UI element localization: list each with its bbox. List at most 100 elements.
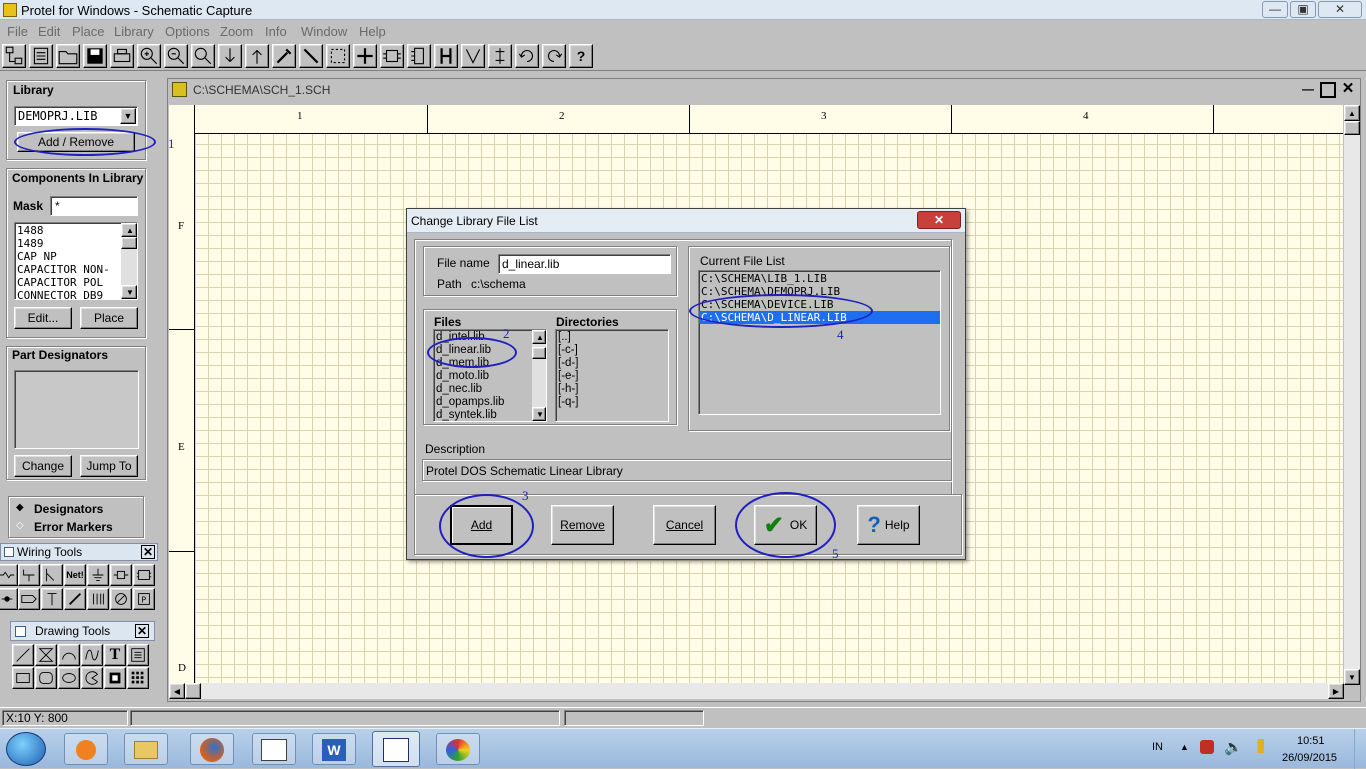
list-item[interactable]: C:\SCHEMA\DEMOPRJ.LIB [699, 285, 940, 298]
project-icon[interactable] [29, 44, 53, 68]
mask-input[interactable]: * [50, 196, 138, 216]
dialog-close-button[interactable]: ✕ [917, 211, 961, 229]
zoom-area-icon[interactable] [191, 44, 215, 68]
list-item[interactable]: [-q-] [556, 396, 668, 409]
probe-icon[interactable] [64, 588, 86, 610]
remove-button[interactable]: Remove [551, 505, 614, 545]
graphic-tool-icon[interactable] [104, 667, 126, 689]
current-file-list[interactable]: C:\SCHEMA\LIB_1.LIB C:\SCHEMA\DEMOPRJ.LI… [698, 270, 941, 415]
part-icon[interactable] [407, 44, 431, 68]
scroll-thumb[interactable] [121, 237, 137, 249]
firefox-icon[interactable] [190, 733, 234, 765]
no-erc-icon[interactable] [110, 588, 132, 610]
text-tool-icon[interactable]: T [104, 644, 126, 666]
word-icon[interactable]: W [312, 733, 356, 765]
open-icon[interactable] [56, 44, 80, 68]
port-icon[interactable] [133, 564, 155, 586]
radio-errors-icon[interactable]: ◇ [16, 520, 24, 531]
list-item[interactable]: [-h-] [556, 383, 668, 396]
ground-icon[interactable] [87, 564, 109, 586]
list-item-selected[interactable]: C:\SCHEMA\D_LINEAR.LIB [699, 311, 940, 324]
list-item[interactable]: d_opamps.lib [434, 396, 546, 409]
rectangle-tool-icon[interactable] [12, 667, 34, 689]
bezier-tool-icon[interactable] [81, 644, 103, 666]
minimize-button[interactable]: — [1262, 1, 1288, 18]
clock-time[interactable]: 10:51 [1297, 735, 1325, 747]
scrollbar[interactable]: ▲ ▼ [121, 223, 137, 299]
add-button[interactable]: Add [450, 505, 513, 545]
scroll-up-icon[interactable]: ▲ [532, 330, 546, 344]
power-icon[interactable] [41, 588, 63, 610]
scroll-thumb[interactable] [185, 683, 201, 699]
ok-button[interactable]: ✔ OK [754, 505, 817, 545]
print-icon[interactable] [110, 44, 134, 68]
scroll-down-icon[interactable]: ▼ [1344, 669, 1360, 685]
show-hidden-icons[interactable]: ▲ [1180, 742, 1189, 752]
list-item[interactable]: 1488 [15, 224, 137, 237]
polygon-tool-icon[interactable] [35, 644, 57, 666]
wire-tool-icon[interactable] [0, 564, 18, 586]
component-icon[interactable] [380, 44, 404, 68]
tool-icon[interactable] [272, 44, 296, 68]
radio-designators-icon[interactable]: ◆ [16, 502, 24, 513]
align-icon[interactable] [488, 44, 512, 68]
array-tool-icon[interactable] [127, 667, 149, 689]
scroll-right-icon[interactable]: ▶ [1328, 683, 1344, 699]
vertical-scrollbar[interactable]: ▲ ▼ [1344, 105, 1360, 685]
protel-taskbar-icon[interactable] [372, 731, 420, 767]
scrollbar[interactable]: ▲ ▼ [532, 330, 546, 421]
list-item[interactable]: C:\SCHEMA\DEVICE.LIB [699, 298, 940, 311]
list-item[interactable]: d_moto.lib [434, 370, 546, 383]
zoom-out-icon[interactable] [164, 44, 188, 68]
list-item[interactable]: [-e-] [556, 370, 668, 383]
edit-button[interactable]: Edit... [14, 307, 72, 329]
file-name-input[interactable]: d_linear.lib [498, 254, 671, 274]
select-icon[interactable] [326, 44, 350, 68]
list-item[interactable]: CAPACITOR POL [15, 276, 137, 289]
bus-entry-icon[interactable] [41, 564, 63, 586]
jump-to-button[interactable]: Jump To [80, 455, 138, 477]
menu-place[interactable]: Place [72, 24, 105, 39]
file-explorer-icon[interactable] [124, 733, 168, 765]
wire-icon[interactable] [299, 44, 323, 68]
menu-window[interactable]: Window [301, 24, 347, 39]
move-down-icon[interactable] [218, 44, 242, 68]
scroll-thumb[interactable] [1344, 121, 1360, 135]
start-button[interactable] [6, 732, 46, 766]
redo-icon[interactable] [542, 44, 566, 68]
list-item[interactable]: d_mem.lib [434, 357, 546, 370]
scroll-down-icon[interactable]: ▼ [532, 407, 546, 421]
menu-info[interactable]: Info [265, 24, 287, 39]
volume-icon[interactable]: 🔈 [1224, 738, 1243, 756]
ellipse-tool-icon[interactable] [58, 667, 80, 689]
arc-tool-icon[interactable] [58, 644, 80, 666]
save-icon[interactable] [83, 44, 107, 68]
undo-icon[interactable] [515, 44, 539, 68]
hierarchy-icon[interactable] [2, 44, 26, 68]
doc-maximize-button[interactable] [1320, 82, 1336, 98]
line-tool-icon[interactable] [12, 644, 34, 666]
list-item[interactable]: [..] [556, 331, 668, 344]
designators-list[interactable] [14, 370, 139, 449]
doc-close-button[interactable]: ✕ [1340, 81, 1356, 97]
list-item[interactable]: d_intel.lib [434, 331, 546, 344]
maximize-button[interactable]: ▣ [1290, 1, 1316, 18]
library-select[interactable]: DEMOPRJ.LIB ▼ [14, 106, 138, 126]
doc-minimize-button[interactable]: — [1300, 82, 1316, 98]
show-desktop-button[interactable] [1354, 729, 1366, 769]
media-player-icon[interactable] [64, 733, 108, 765]
move-up-icon[interactable] [245, 44, 269, 68]
zoom-in-icon[interactable] [137, 44, 161, 68]
help-icon[interactable]: ? [569, 44, 593, 68]
directories-list[interactable]: [..] [-c-] [-d-] [-e-] [-h-] [-q-] [555, 329, 669, 422]
close-icon[interactable]: ✕ [135, 624, 149, 638]
language-indicator[interactable]: IN [1152, 741, 1163, 753]
close-button[interactable]: ✕ [1318, 1, 1362, 18]
scroll-left-icon[interactable]: ◀ [169, 683, 185, 699]
sheet-symbol-icon[interactable] [110, 564, 132, 586]
scroll-down-icon[interactable]: ▼ [121, 285, 137, 299]
list-item[interactable]: C:\SCHEMA\LIB_1.LIB [699, 272, 940, 285]
scroll-thumb[interactable] [532, 347, 546, 359]
net-label-icon[interactable]: Net! [64, 564, 86, 586]
io-port-icon[interactable] [18, 588, 40, 610]
